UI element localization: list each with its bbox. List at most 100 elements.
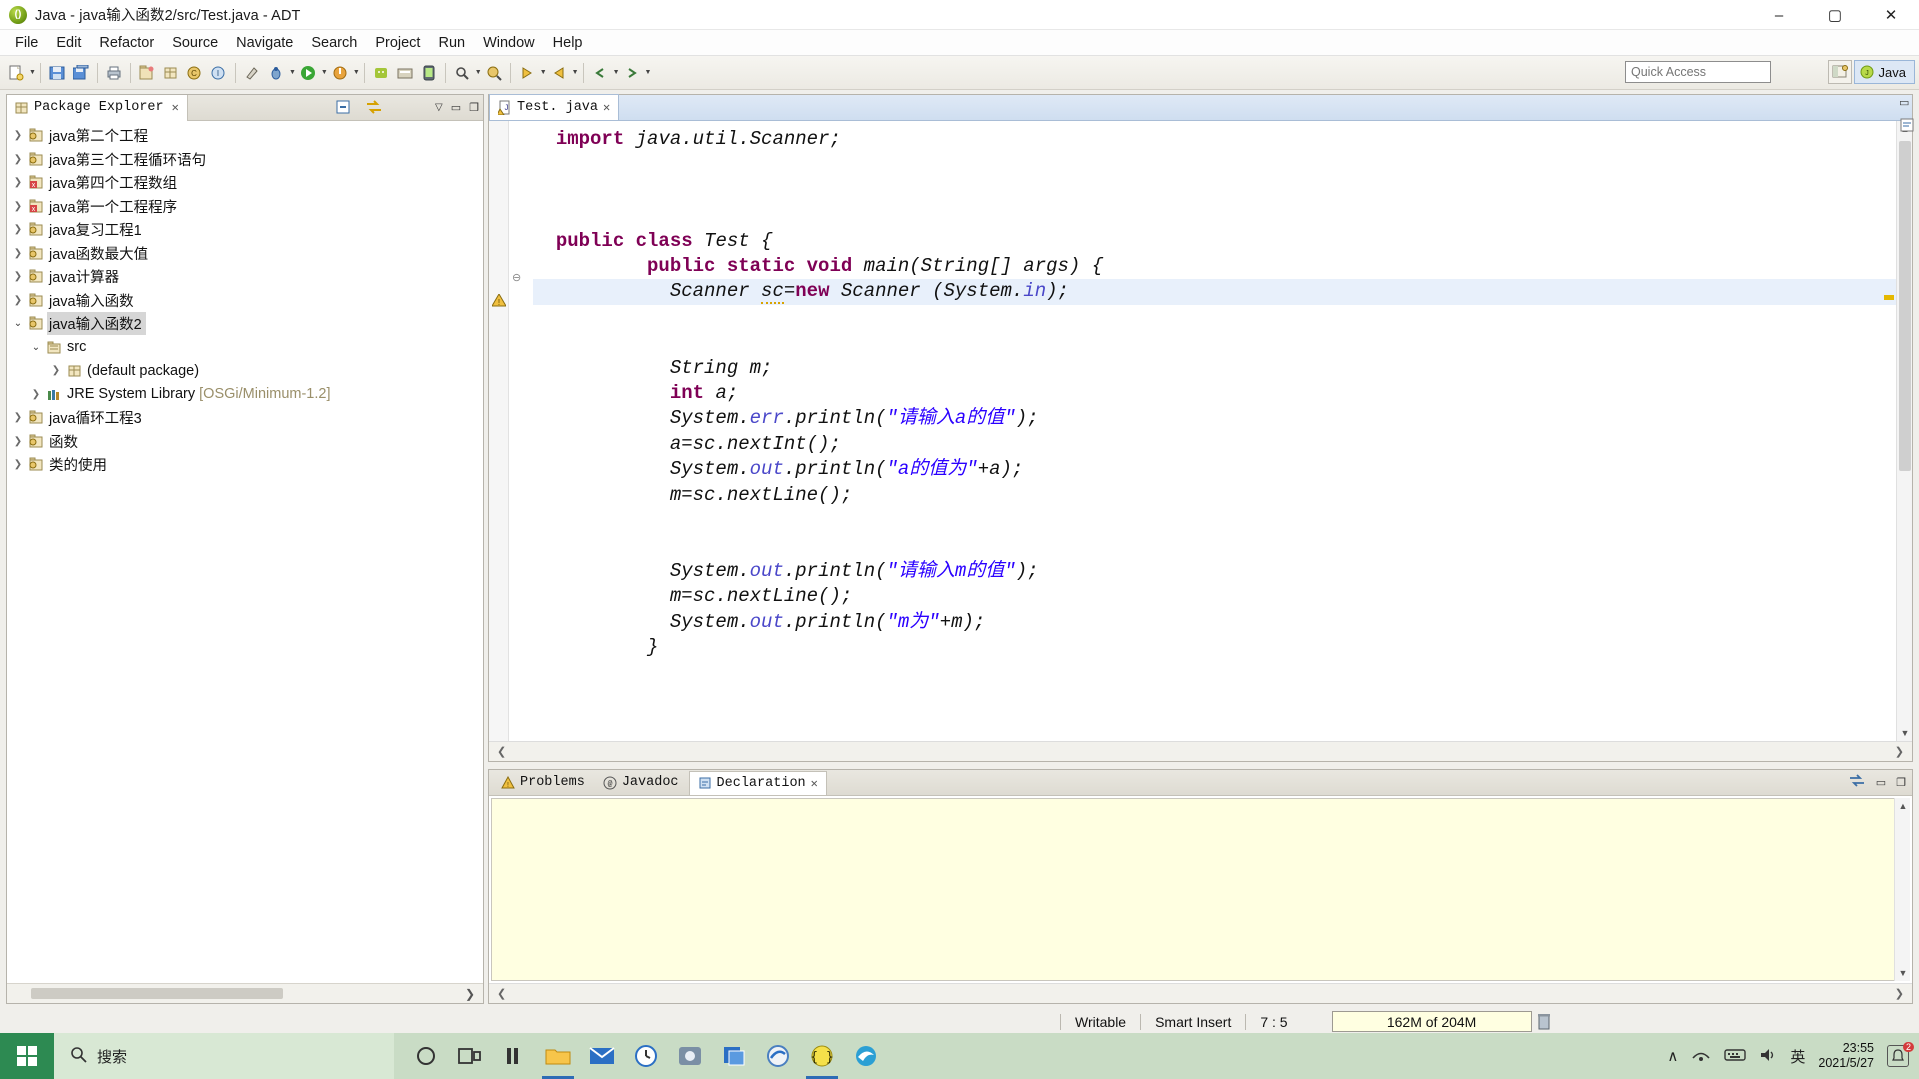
minimize-button[interactable]: –: [1751, 0, 1807, 30]
menu-file[interactable]: File: [6, 32, 47, 54]
menu-help[interactable]: Help: [544, 32, 592, 54]
tab-test-java[interactable]: J Test. java ✕: [489, 94, 620, 120]
expand-arrow-icon[interactable]: ❯: [9, 201, 27, 212]
tree-item-function-max[interactable]: ❯ java函数最大值: [7, 242, 483, 266]
back-dropdown-icon[interactable]: ▼: [613, 69, 620, 76]
hscroll-left-arrow-icon[interactable]: ❮: [497, 987, 506, 1000]
apps-icon[interactable]: [720, 1042, 748, 1070]
warning-marker-icon[interactable]: !: [491, 293, 507, 312]
vscroll-down-arrow-icon[interactable]: ▼: [1895, 965, 1911, 981]
collapse-arrow-icon[interactable]: ⌄: [27, 342, 45, 353]
editor-tab-close[interactable]: ✕: [603, 100, 610, 115]
forward-dropdown-icon[interactable]: ▼: [645, 69, 652, 76]
maximize-button[interactable]: ▢: [1807, 0, 1863, 30]
declaration-hscrollbar[interactable]: ❮ ❯: [489, 983, 1912, 1003]
view-menu-icon[interactable]: ▽: [435, 102, 443, 113]
back-icon[interactable]: [589, 62, 611, 84]
expand-arrow-icon[interactable]: ❯: [9, 248, 27, 259]
declaration-tab-close[interactable]: ✕: [811, 776, 818, 791]
expand-arrow-icon[interactable]: ❯: [9, 154, 27, 165]
tab-javadoc[interactable]: @ Javadoc: [595, 771, 687, 795]
tree-item-calculator[interactable]: ❯ java计算器: [7, 265, 483, 289]
keyboard-icon[interactable]: [1724, 1048, 1747, 1065]
expand-arrow-icon[interactable]: ❯: [9, 412, 27, 423]
search-toolbar-icon[interactable]: [451, 62, 473, 84]
expand-arrow-icon[interactable]: ❯: [9, 295, 27, 306]
outline-view-icon[interactable]: [1899, 117, 1915, 138]
restore-icon[interactable]: ▭: [1899, 96, 1915, 109]
expand-arrow-icon[interactable]: ❯: [9, 436, 27, 447]
maximize-icon[interactable]: ❐: [469, 101, 479, 114]
previous-annotation-icon[interactable]: [548, 62, 570, 84]
save-icon[interactable]: [46, 62, 68, 84]
collapse-all-icon[interactable]: [335, 99, 351, 120]
menu-project[interactable]: Project: [366, 32, 429, 54]
vscroll-up-arrow-icon[interactable]: ▲: [1895, 798, 1911, 814]
tab-declaration[interactable]: Declaration ✕: [688, 770, 827, 795]
tree-item-input-function[interactable]: ❯ java输入函数: [7, 289, 483, 313]
expand-arrow-icon[interactable]: ❯: [9, 224, 27, 235]
next-annotation-icon[interactable]: [516, 62, 538, 84]
code-scroll-area[interactable]: import java.util.Scanner; public class T…: [527, 121, 1912, 741]
tree-item-jre-system-library[interactable]: ❯ JRE System Library [OSGi/Minimum-1.2]: [7, 383, 483, 407]
open-type-icon[interactable]: [483, 62, 505, 84]
android-sdk-manager-icon[interactable]: [394, 62, 416, 84]
avd-manager-icon[interactable]: [418, 62, 440, 84]
tree-item-function[interactable]: ❯ 函数: [7, 430, 483, 454]
tree-item-input-function-2[interactable]: ⌄ java输入函数2: [7, 312, 483, 336]
menu-refactor[interactable]: Refactor: [90, 32, 163, 54]
expand-arrow-icon[interactable]: ❯: [9, 271, 27, 282]
print-icon[interactable]: [103, 62, 125, 84]
taskbar-search-box[interactable]: 搜索: [54, 1033, 394, 1079]
widgets-icon[interactable]: [500, 1042, 528, 1070]
package-explorer-hscrollbar[interactable]: ❯: [7, 983, 483, 1003]
source-code[interactable]: import java.util.Scanner; public class T…: [527, 121, 1912, 661]
file-explorer-icon[interactable]: [542, 1042, 574, 1079]
new-interface-icon[interactable]: I: [208, 62, 230, 84]
quick-access-input[interactable]: [1625, 61, 1771, 83]
cortana-icon[interactable]: [412, 1042, 440, 1070]
trash-icon[interactable]: [1537, 1013, 1553, 1031]
taskbar-clock[interactable]: 23:55 2021/5/27: [1818, 1041, 1874, 1071]
tree-item-review-project-1[interactable]: ❯ java复习工程1: [7, 218, 483, 242]
expand-arrow-icon[interactable]: ❯: [47, 365, 65, 376]
minimize-icon[interactable]: ▭: [451, 101, 461, 114]
new-package-icon[interactable]: [160, 62, 182, 84]
menu-navigate[interactable]: Navigate: [227, 32, 302, 54]
menu-source[interactable]: Source: [163, 32, 227, 54]
menu-run[interactable]: Run: [429, 32, 474, 54]
tree-item-java-project-4[interactable]: ❯ x java第四个工程数组: [7, 171, 483, 195]
folding-ruler[interactable]: ⊖: [509, 121, 527, 741]
tab-problems[interactable]: ! Problems: [493, 771, 593, 795]
chevron-up-icon[interactable]: ∧: [1667, 1047, 1678, 1065]
new-java-project-icon[interactable]: [136, 62, 158, 84]
expand-arrow-icon[interactable]: ❯: [9, 130, 27, 141]
browser-icon[interactable]: [764, 1042, 792, 1070]
previous-annotation-dropdown-icon[interactable]: ▼: [572, 69, 579, 76]
debug-dropdown-icon[interactable]: ▼: [289, 69, 296, 76]
menu-search[interactable]: Search: [302, 32, 366, 54]
forward-icon[interactable]: [621, 62, 643, 84]
close-button[interactable]: ✕: [1863, 0, 1919, 30]
package-explorer-tab-close[interactable]: ✕: [172, 100, 179, 115]
tree-item-class-usage[interactable]: ❯ 类的使用: [7, 453, 483, 477]
hscroll-thumb[interactable]: [31, 988, 283, 999]
expand-arrow-icon[interactable]: ❯: [27, 389, 45, 400]
pin-icon[interactable]: [1848, 773, 1866, 792]
mail-icon[interactable]: [588, 1042, 616, 1070]
hscroll-right-arrow-icon[interactable]: ❯: [1895, 987, 1904, 1000]
overview-warning-marker[interactable]: [1884, 295, 1894, 300]
search-dropdown-icon[interactable]: ▼: [475, 69, 482, 76]
collapse-arrow-icon[interactable]: ⌄: [9, 318, 27, 329]
link-with-editor-icon[interactable]: [365, 99, 383, 120]
new-wizard-dropdown-icon[interactable]: ▼: [29, 69, 36, 76]
vscroll-thumb[interactable]: [1899, 141, 1911, 471]
hscroll-left-arrow-icon[interactable]: ❮: [497, 745, 506, 758]
editor-hscrollbar[interactable]: ❮ ❯: [489, 741, 1912, 761]
next-annotation-dropdown-icon[interactable]: ▼: [540, 69, 547, 76]
eclipse-icon[interactable]: { }: [806, 1042, 838, 1079]
edge-icon[interactable]: [852, 1042, 880, 1070]
tree-item-loop-project-3[interactable]: ❯ java循环工程3: [7, 406, 483, 430]
menu-edit[interactable]: Edit: [47, 32, 90, 54]
tree-item-java-project-3[interactable]: ❯ java第三个工程循环语句: [7, 148, 483, 172]
